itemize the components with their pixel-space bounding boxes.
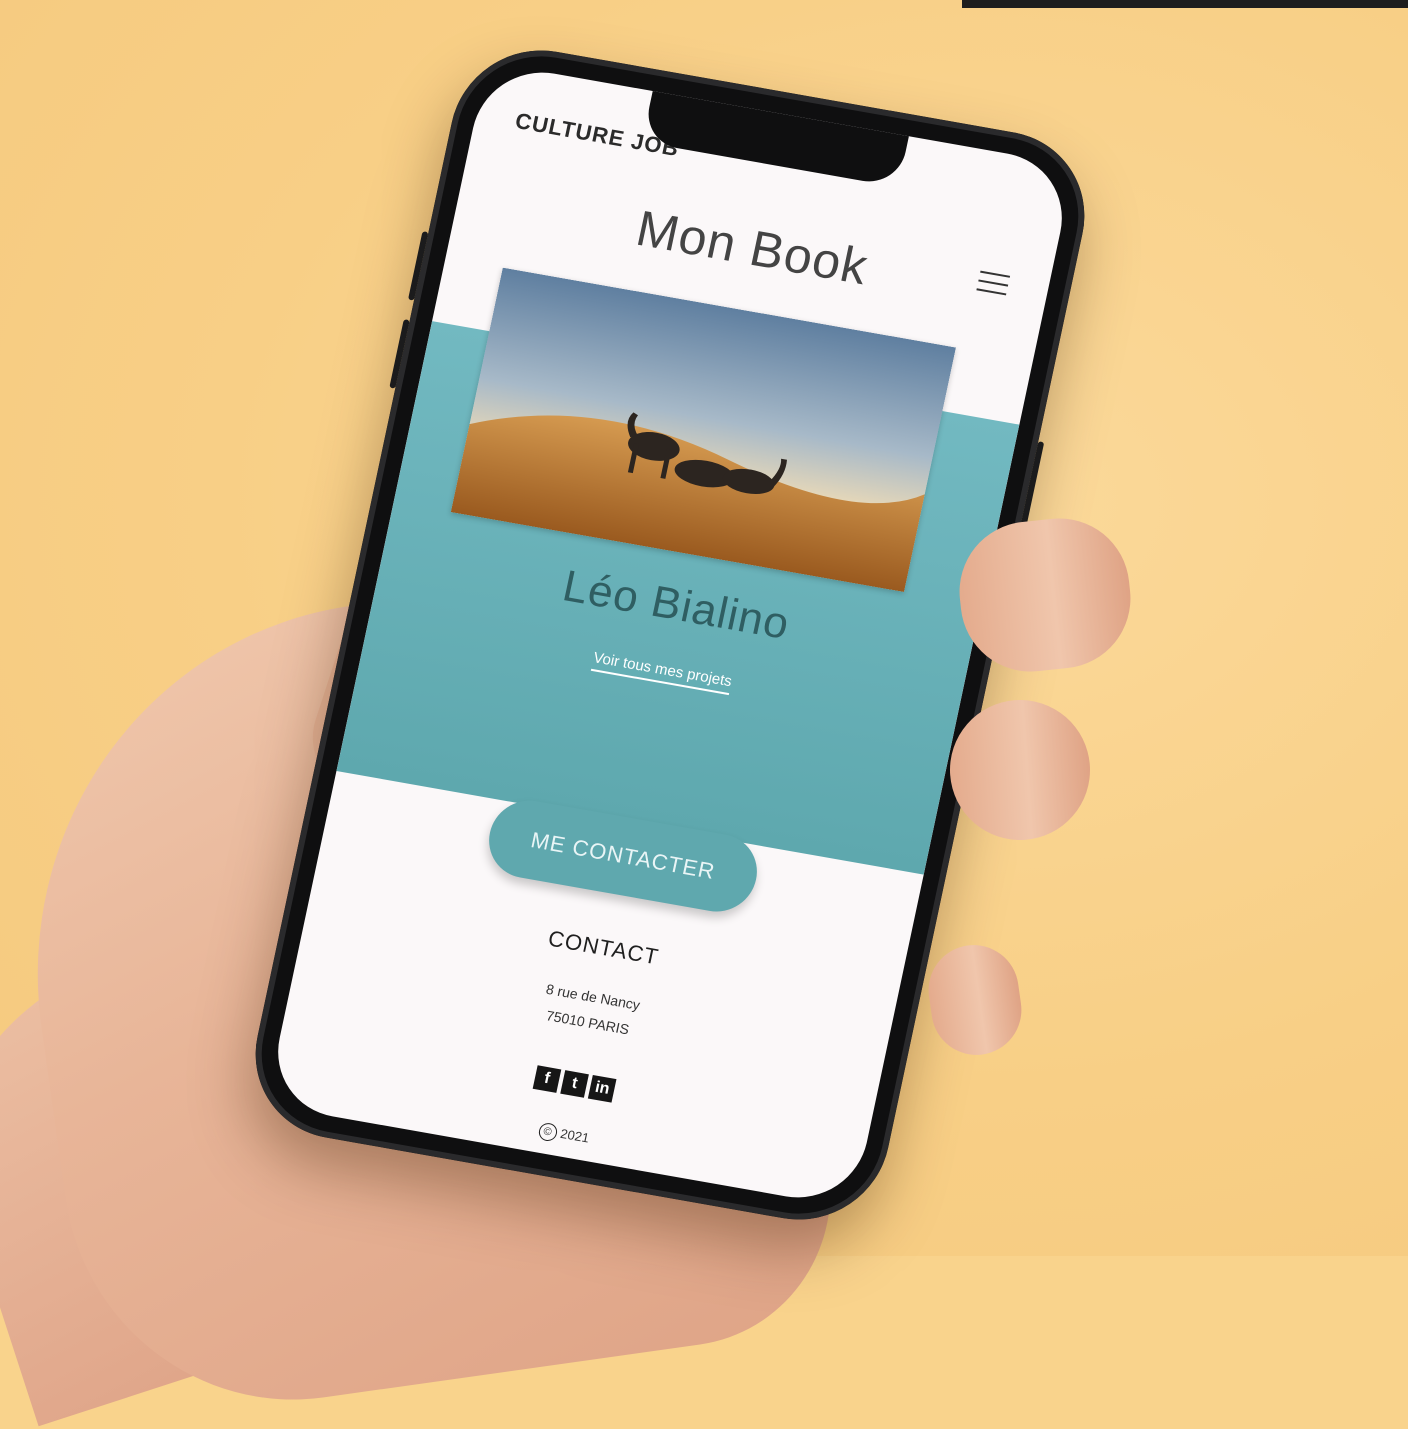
social-links: f t in xyxy=(532,1065,617,1103)
twitter-icon[interactable]: t xyxy=(560,1070,589,1098)
copyright-icon: © xyxy=(536,1121,559,1143)
copyright-year: 2021 xyxy=(559,1125,591,1146)
top-corner-bar xyxy=(962,0,1408,8)
facebook-icon[interactable]: f xyxy=(532,1065,562,1093)
linkedin-icon[interactable]: in xyxy=(587,1075,617,1103)
